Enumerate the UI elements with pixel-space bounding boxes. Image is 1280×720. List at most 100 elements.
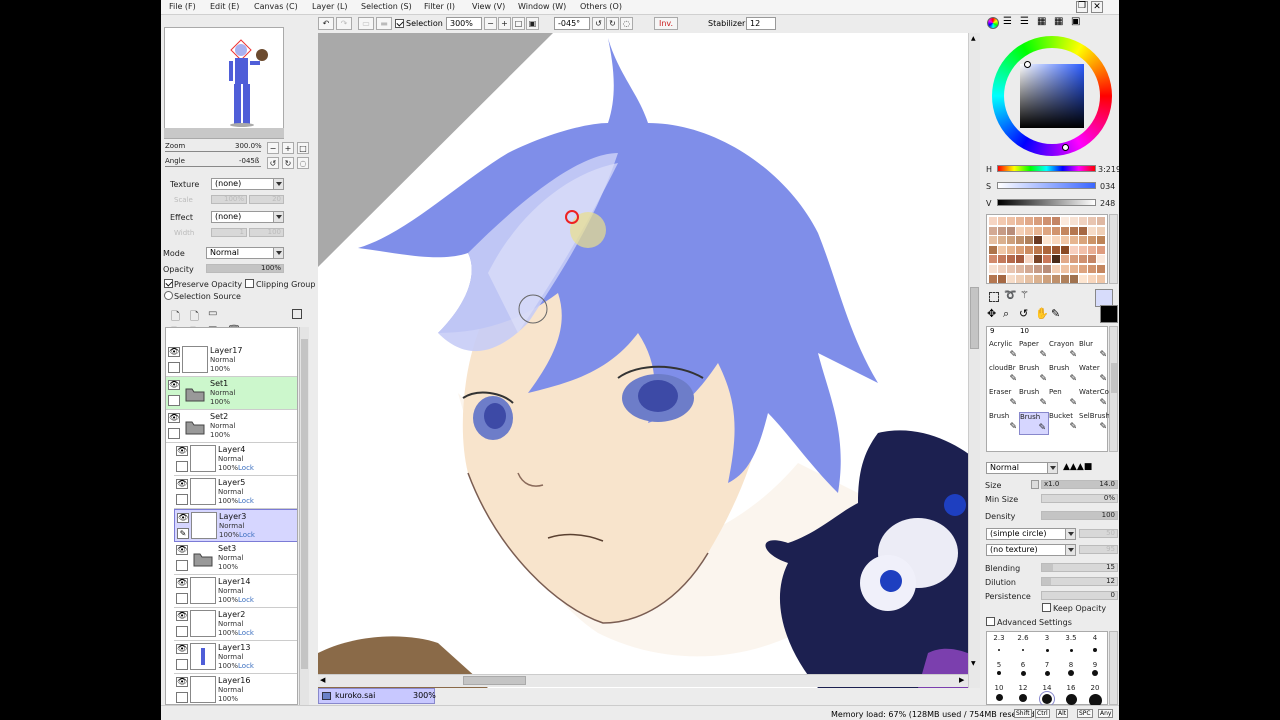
color-swatch[interactable] bbox=[1070, 226, 1078, 235]
color-swatch[interactable] bbox=[1007, 217, 1015, 225]
menu-edit[interactable]: Edit (E) bbox=[210, 2, 239, 11]
value-slider[interactable] bbox=[997, 199, 1096, 206]
new-folder-icon[interactable]: ▭ bbox=[208, 308, 217, 319]
color-swatch[interactable] bbox=[1052, 274, 1060, 283]
color-swatch[interactable] bbox=[998, 226, 1006, 235]
color-swatch[interactable] bbox=[1034, 245, 1042, 254]
layer-row[interactable]: 👁 Layer14 Normal 100%Lock bbox=[174, 575, 297, 608]
color-swatch[interactable] bbox=[1088, 217, 1096, 225]
swatch-scrollbar[interactable] bbox=[1109, 214, 1118, 284]
color-swatch[interactable] bbox=[1034, 217, 1042, 225]
color-swatch[interactable] bbox=[1088, 245, 1096, 254]
color-swatch[interactable] bbox=[989, 236, 997, 245]
color-swatch[interactable] bbox=[989, 217, 997, 225]
layer-row[interactable]: 👁 Layer13 Normal 100%Lock bbox=[174, 641, 297, 674]
color-swatch[interactable] bbox=[1061, 226, 1069, 235]
brush-edge-selector[interactable]: ▲▲▲■ bbox=[1063, 462, 1119, 474]
menu-window[interactable]: Window (W) bbox=[518, 2, 566, 11]
brush-tool-crayon[interactable]: Crayon ✎ bbox=[1049, 340, 1079, 363]
redo-button[interactable]: ↷ bbox=[336, 17, 352, 30]
scratchpad-tab-icon[interactable]: ▣ bbox=[1071, 17, 1083, 29]
brush-shape-select[interactable]: (simple circle) bbox=[986, 528, 1076, 540]
opacity-slider[interactable]: 100% bbox=[206, 264, 284, 273]
color-swatch[interactable] bbox=[1097, 245, 1105, 254]
layer-edit-toggle[interactable] bbox=[176, 626, 188, 637]
brush-tool-cloudbr[interactable]: cloudBr ✎ bbox=[989, 364, 1019, 387]
size-preset-dot[interactable] bbox=[997, 671, 1001, 675]
color-swatch[interactable] bbox=[1025, 245, 1033, 254]
zoom-out-button[interactable]: − bbox=[484, 17, 497, 30]
stabilizer-select[interactable]: 12 bbox=[746, 17, 776, 30]
size-slider[interactable]: x1.0 14.0 bbox=[1041, 480, 1118, 489]
nav-angle-slider[interactable] bbox=[165, 166, 261, 167]
layer-row[interactable]: 👁 Layer4 Normal 100%Lock bbox=[174, 443, 297, 476]
size-preset-dot[interactable] bbox=[1020, 670, 1026, 676]
size-preset-dot[interactable] bbox=[1022, 649, 1024, 651]
color-swatch[interactable] bbox=[1043, 226, 1051, 235]
invert-view-button[interactable]: Inv. bbox=[654, 17, 678, 30]
color-swatch[interactable] bbox=[1097, 226, 1105, 235]
color-swatch[interactable] bbox=[1070, 236, 1078, 245]
tool-grid-scrollbar[interactable] bbox=[1109, 326, 1118, 452]
size-preset-dot[interactable] bbox=[998, 649, 1000, 651]
color-swatch[interactable] bbox=[1088, 255, 1096, 264]
color-swatch[interactable] bbox=[989, 274, 997, 283]
invert-selection-button[interactable]: ▬ bbox=[376, 17, 392, 30]
color-swatch[interactable] bbox=[1016, 255, 1024, 264]
color-swatch[interactable] bbox=[1088, 265, 1096, 273]
size-preset-dot[interactable] bbox=[1069, 648, 1073, 652]
color-swatch[interactable] bbox=[1043, 265, 1051, 273]
visibility-eye-icon[interactable]: 👁 bbox=[176, 545, 188, 555]
brush-tool-brush[interactable]: Brush ✎ bbox=[989, 412, 1019, 435]
scale-slider[interactable]: 100% bbox=[211, 195, 247, 204]
color-swatch[interactable] bbox=[1016, 274, 1024, 283]
color-swatch[interactable] bbox=[989, 255, 997, 264]
nav-rotate-right-button[interactable]: ↻ bbox=[282, 157, 294, 169]
color-swatch[interactable] bbox=[1052, 217, 1060, 225]
texture-select[interactable]: (none) bbox=[211, 178, 284, 190]
saturation-slider[interactable] bbox=[997, 182, 1096, 189]
canvas-horizontal-scrollbar[interactable]: ◀ ▶ bbox=[318, 674, 968, 687]
color-swatch[interactable] bbox=[1061, 245, 1069, 254]
nav-rotate-left-button[interactable]: ↺ bbox=[267, 157, 279, 169]
color-swatch[interactable] bbox=[1052, 226, 1060, 235]
color-swatch[interactable] bbox=[989, 245, 997, 254]
scale-value-field[interactable]: 20 bbox=[249, 195, 284, 204]
nav-zoom-slider[interactable] bbox=[165, 151, 261, 152]
color-swatch[interactable] bbox=[1070, 245, 1078, 254]
advanced-settings-checkbox[interactable] bbox=[986, 617, 995, 626]
color-swatch[interactable] bbox=[1016, 217, 1024, 225]
navigator-preview[interactable] bbox=[164, 27, 284, 139]
menu-selection[interactable]: Selection (S) bbox=[361, 2, 412, 11]
brush-tool-brush[interactable]: Brush ✎ bbox=[1019, 412, 1049, 435]
color-swatch[interactable] bbox=[1034, 226, 1042, 235]
rotate-left-button[interactable]: ↺ bbox=[592, 17, 605, 30]
visibility-eye-icon[interactable]: 👁 bbox=[176, 578, 188, 588]
select-rect-icon[interactable] bbox=[989, 292, 999, 302]
brush-tool-blur[interactable]: Blur ✎ bbox=[1079, 340, 1109, 363]
vscroll-thumb[interactable] bbox=[970, 287, 979, 349]
size-mult-button[interactable] bbox=[1031, 480, 1039, 489]
keep-opacity-checkbox[interactable] bbox=[1042, 603, 1051, 612]
visibility-eye-icon[interactable]: 👁 bbox=[176, 677, 188, 687]
visibility-eye-icon[interactable]: 👁 bbox=[168, 347, 180, 357]
visibility-eye-icon[interactable]: 👁 bbox=[176, 446, 188, 456]
layer-edit-toggle[interactable] bbox=[176, 659, 188, 670]
visibility-eye-icon[interactable]: 👁 bbox=[176, 611, 188, 621]
color-swatch[interactable] bbox=[1025, 274, 1033, 283]
rotate-right-button[interactable]: ↻ bbox=[606, 17, 619, 30]
brush-tool-waterco[interactable]: WaterCo ✎ bbox=[1079, 388, 1109, 411]
menu-layer[interactable]: Layer (L) bbox=[312, 2, 348, 11]
color-swatch[interactable] bbox=[1034, 236, 1042, 245]
hand-tool-icon[interactable]: ✋ bbox=[1035, 307, 1049, 320]
hsv-slider-tab-icon[interactable]: ☰ bbox=[1020, 17, 1032, 29]
color-swatch[interactable] bbox=[989, 265, 997, 273]
effect-select[interactable]: (none) bbox=[211, 211, 284, 223]
color-swatch[interactable] bbox=[1079, 226, 1087, 235]
visibility-eye-icon[interactable]: 👁 bbox=[177, 513, 189, 523]
menu-others[interactable]: Others (O) bbox=[580, 2, 622, 11]
brush-tool-bucket[interactable]: Bucket ✎ bbox=[1049, 412, 1079, 435]
sv-square[interactable] bbox=[1020, 64, 1084, 128]
color-swatch[interactable] bbox=[1025, 217, 1033, 225]
color-swatch[interactable] bbox=[1016, 226, 1024, 235]
